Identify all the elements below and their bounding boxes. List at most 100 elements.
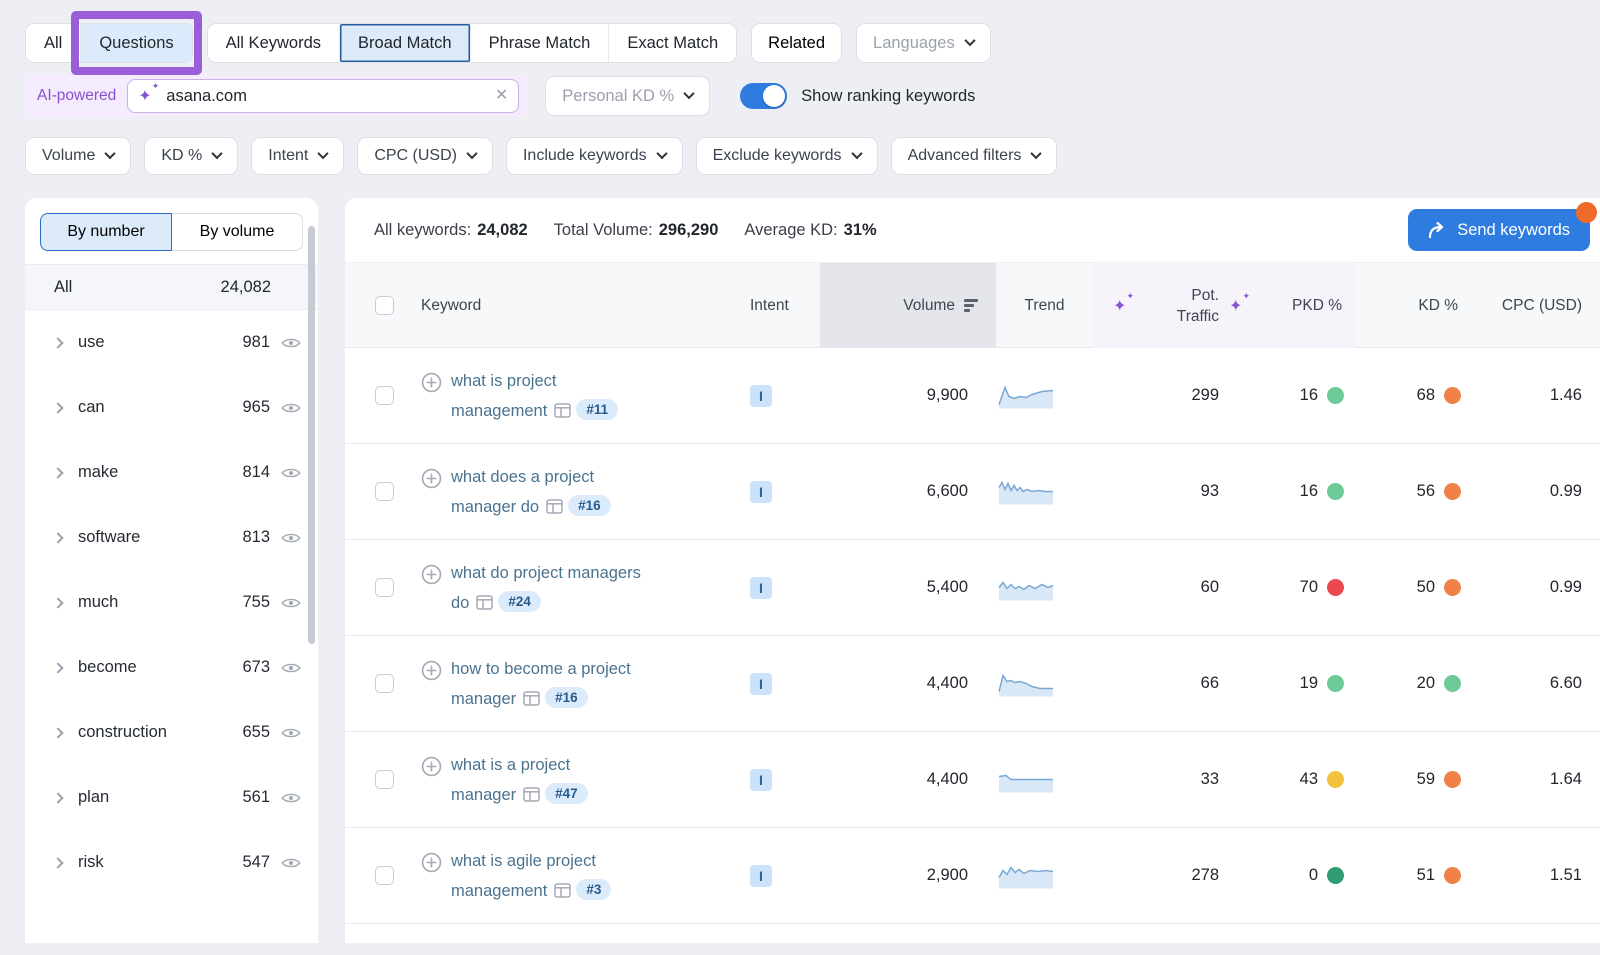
eye-toggle[interactable] [280,722,302,744]
ranking-position-badge[interactable]: #11 [576,399,618,420]
add-keyword-icon[interactable] [421,852,442,873]
row-checkbox[interactable] [375,770,394,789]
intent-badge[interactable]: I [750,865,772,887]
filter-intent-dropdown[interactable]: Intent [251,137,344,175]
filter-advanced-filters-dropdown[interactable]: Advanced filters [891,137,1058,175]
send-keywords-button[interactable]: Send keywords [1408,209,1590,251]
sidebar-item-become[interactable]: become673 [25,635,318,700]
sidebar-item-all[interactable]: All 24,082 [25,264,318,310]
eye-toggle[interactable] [280,852,302,874]
sidebar-tab-by-volume[interactable]: By volume [172,213,303,251]
keyword-link[interactable]: what is projectmanagement [451,372,556,420]
column-header-pot-traffic[interactable]: ✦✦ Pot. Traffic [1093,263,1221,348]
eye-icon[interactable] [280,787,302,809]
tab-broad-match[interactable]: Broad Match [340,24,471,62]
sidebar-item-make[interactable]: make814 [25,440,318,505]
keyword-link[interactable]: what is agile projectmanagement [451,852,596,900]
chevron-right-icon[interactable] [52,337,63,348]
clear-search-icon[interactable]: ✕ [495,88,508,104]
show-ranking-keywords-toggle[interactable] [740,83,787,109]
ranking-position-badge[interactable]: #47 [545,783,588,804]
row-checkbox[interactable] [375,578,394,597]
tab-all-keywords[interactable]: All Keywords [208,24,340,62]
chevron-right-icon[interactable] [52,597,63,608]
column-header-pkd[interactable]: ✦✦ PKD % [1221,263,1356,348]
eye-icon[interactable] [280,722,302,744]
eye-toggle[interactable] [280,397,302,419]
ranking-position-badge[interactable]: #16 [545,687,588,708]
column-header-kd[interactable]: KD % [1356,263,1474,348]
keyword-search-box[interactable]: ✦✦ ✕ [127,79,519,113]
eye-icon[interactable] [280,397,302,419]
languages-dropdown[interactable]: Languages [856,23,991,63]
eye-icon[interactable] [280,527,302,549]
add-keyword-icon[interactable] [421,564,442,585]
row-checkbox[interactable] [375,482,394,501]
eye-toggle[interactable] [280,527,302,549]
column-header-keyword[interactable]: Keyword [401,263,750,348]
ranking-position-badge[interactable]: #24 [498,591,541,612]
eye-icon[interactable] [280,852,302,874]
sidebar-item-much[interactable]: much755 [25,570,318,635]
row-checkbox[interactable] [375,866,394,885]
intent-badge[interactable]: I [750,673,772,695]
column-header-trend[interactable]: Trend [996,263,1093,348]
sidebar-item-use[interactable]: use981 [25,310,318,375]
sidebar-item-can[interactable]: can965 [25,375,318,440]
tab-exact-match[interactable]: Exact Match [609,24,736,62]
eye-toggle[interactable] [280,657,302,679]
intent-badge[interactable]: I [750,577,772,599]
eye-toggle[interactable] [280,332,302,354]
filter-cpc-usd-dropdown[interactable]: CPC (USD) [357,137,493,175]
sidebar-item-construction[interactable]: construction655 [25,700,318,765]
sidebar-item-software[interactable]: software813 [25,505,318,570]
serp-features-icon[interactable] [554,883,571,898]
ranking-position-badge[interactable]: #16 [568,495,611,516]
serp-features-icon[interactable] [546,499,563,514]
intent-badge[interactable]: I [750,769,772,791]
chevron-right-icon[interactable] [52,402,63,413]
serp-features-icon[interactable] [554,403,571,418]
sidebar-item-risk[interactable]: risk547 [25,830,318,895]
eye-icon[interactable] [280,657,302,679]
eye-toggle[interactable] [280,787,302,809]
eye-icon[interactable] [280,462,302,484]
sidebar-item-plan[interactable]: plan561 [25,765,318,830]
filter-kd-dropdown[interactable]: KD % [144,137,238,175]
row-checkbox[interactable] [375,674,394,693]
filter-volume-dropdown[interactable]: Volume [25,137,131,175]
tab-all[interactable]: All [26,24,81,62]
tab-questions[interactable]: Questions [81,24,191,62]
serp-features-icon[interactable] [476,595,493,610]
chevron-right-icon[interactable] [52,662,63,673]
personal-kd-dropdown[interactable]: Personal KD % [545,76,710,116]
row-checkbox[interactable] [375,386,394,405]
eye-toggle[interactable] [280,592,302,614]
intent-badge[interactable]: I [750,385,772,407]
sidebar-scrollbar[interactable] [308,226,315,644]
sidebar-tab-by-number[interactable]: By number [40,213,172,251]
column-header-cpc[interactable]: CPC (USD) [1474,263,1600,348]
tab-phrase-match[interactable]: Phrase Match [471,24,610,62]
chevron-right-icon[interactable] [52,857,63,868]
keyword-link[interactable]: how to become a projectmanager [451,660,631,708]
chevron-right-icon[interactable] [52,792,63,803]
column-header-volume[interactable]: Volume [820,263,996,348]
chevron-right-icon[interactable] [52,532,63,543]
filter-exclude-keywords-dropdown[interactable]: Exclude keywords [696,137,878,175]
eye-toggle[interactable] [280,462,302,484]
add-keyword-icon[interactable] [421,372,442,393]
eye-icon[interactable] [280,332,302,354]
intent-badge[interactable]: I [750,481,772,503]
tab-related[interactable]: Related [751,23,842,63]
chevron-right-icon[interactable] [52,467,63,478]
eye-icon[interactable] [280,592,302,614]
add-keyword-icon[interactable] [421,660,442,681]
serp-features-icon[interactable] [523,691,540,706]
filter-include-keywords-dropdown[interactable]: Include keywords [506,137,683,175]
select-all-checkbox[interactable] [375,296,394,315]
ranking-position-badge[interactable]: #3 [576,879,611,900]
serp-features-icon[interactable] [523,787,540,802]
chevron-right-icon[interactable] [52,727,63,738]
search-input[interactable] [166,87,495,106]
